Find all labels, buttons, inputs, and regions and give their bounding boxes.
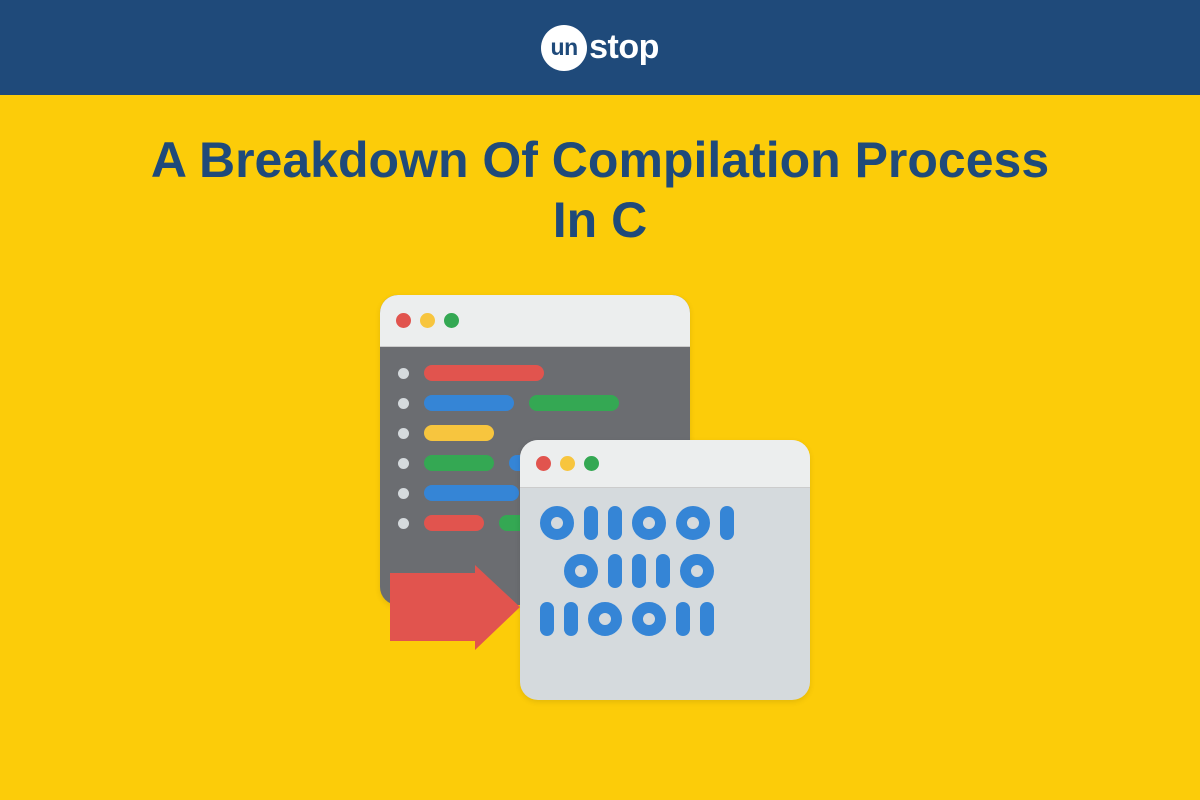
code-segment <box>424 365 544 381</box>
content-area: A Breakdown Of Compilation Process In C <box>0 95 1200 800</box>
binary-one-icon <box>676 602 690 636</box>
traffic-light-yellow-icon <box>420 313 435 328</box>
binary-one-icon <box>656 554 670 588</box>
binary-zero-icon <box>632 602 666 636</box>
traffic-light-red-icon <box>396 313 411 328</box>
logo-suffix-text: stop <box>589 28 659 67</box>
code-line <box>398 365 672 381</box>
compilation-illustration <box>350 295 850 715</box>
binary-one-icon <box>608 506 622 540</box>
code-line <box>398 395 672 411</box>
binary-row <box>540 602 790 636</box>
line-bullet-icon <box>398 518 409 529</box>
traffic-light-green-icon <box>444 313 459 328</box>
binary-zero-icon <box>540 506 574 540</box>
binary-zero-icon <box>676 506 710 540</box>
binary-one-icon <box>564 602 578 636</box>
binary-one-icon <box>584 506 598 540</box>
code-segment <box>529 395 619 411</box>
logo-circle: un <box>541 25 587 71</box>
traffic-light-green-icon <box>584 456 599 471</box>
brand-logo: un stop <box>541 25 659 71</box>
line-bullet-icon <box>398 398 409 409</box>
binary-one-icon <box>720 506 734 540</box>
compilation-arrow-icon <box>375 565 555 650</box>
binary-row <box>540 554 790 588</box>
binary-zero-icon <box>680 554 714 588</box>
page-title: A Breakdown Of Compilation Process In C <box>150 130 1050 250</box>
traffic-light-red-icon <box>536 456 551 471</box>
code-segment <box>424 485 519 501</box>
code-segment <box>424 425 494 441</box>
binary-window-body <box>520 488 810 654</box>
code-segment <box>424 455 494 471</box>
binary-zero-icon <box>632 506 666 540</box>
binary-one-icon <box>632 554 646 588</box>
binary-window-titlebar <box>520 440 810 488</box>
binary-one-icon <box>700 602 714 636</box>
line-bullet-icon <box>398 458 409 469</box>
line-bullet-icon <box>398 368 409 379</box>
binary-row <box>540 506 790 540</box>
logo-circle-text: un <box>551 34 578 61</box>
code-segment <box>424 395 514 411</box>
header-bar: un stop <box>0 0 1200 95</box>
binary-output-window <box>520 440 810 700</box>
binary-zero-icon <box>588 602 622 636</box>
code-window-titlebar <box>380 295 690 347</box>
code-line <box>398 425 672 441</box>
binary-zero-icon <box>564 554 598 588</box>
traffic-light-yellow-icon <box>560 456 575 471</box>
code-segment <box>424 515 484 531</box>
line-bullet-icon <box>398 428 409 439</box>
line-bullet-icon <box>398 488 409 499</box>
binary-one-icon <box>608 554 622 588</box>
